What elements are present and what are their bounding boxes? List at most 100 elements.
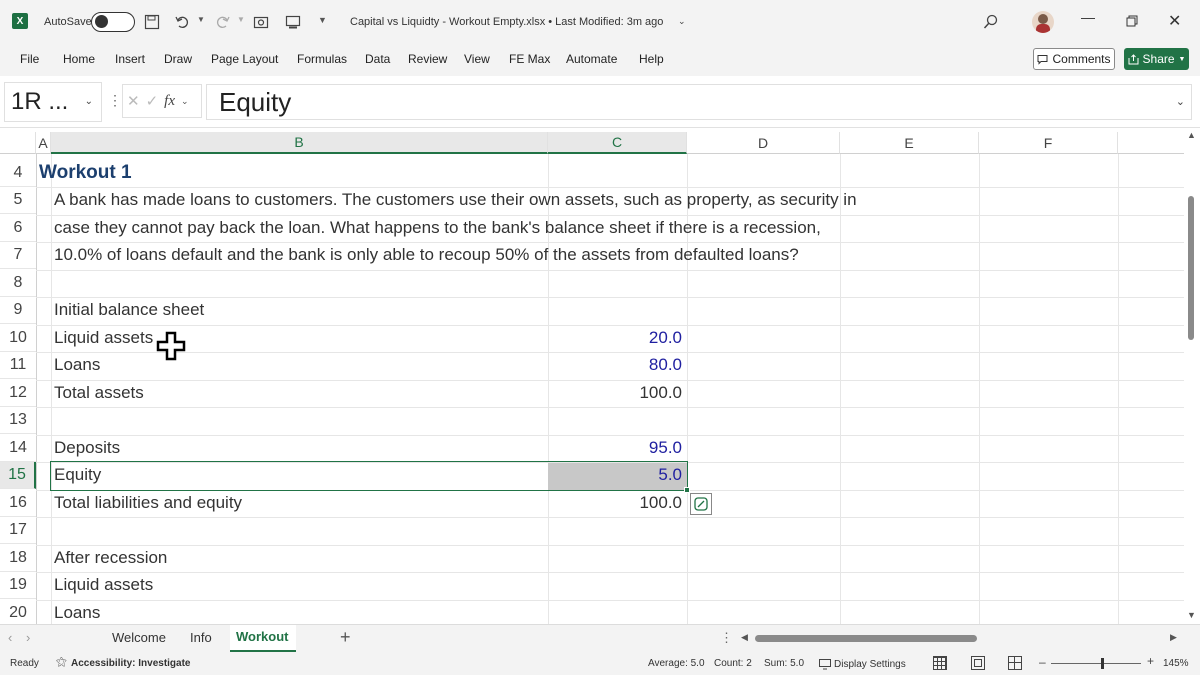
cell-b6[interactable]: case they cannot pay back the loan. What… bbox=[54, 218, 821, 238]
autosave-toggle[interactable] bbox=[91, 12, 135, 32]
column-header-f[interactable]: F bbox=[979, 132, 1118, 154]
row-header-5[interactable]: 5 bbox=[0, 187, 36, 214]
cell-b7[interactable]: 10.0% of loans default and the bank is o… bbox=[54, 245, 799, 265]
title-dropdown-icon[interactable]: ⌄ bbox=[678, 16, 686, 27]
row-header-19[interactable]: 19 bbox=[0, 572, 36, 599]
menu-page-layout[interactable]: Page Layout bbox=[211, 52, 278, 66]
menu-home[interactable]: Home bbox=[63, 52, 95, 66]
file-title[interactable]: Capital vs Liquidty - Workout Empty.xlsx… bbox=[350, 16, 663, 28]
save-icon[interactable] bbox=[142, 12, 162, 32]
restore-icon[interactable] bbox=[1124, 13, 1140, 29]
menu-formulas[interactable]: Formulas bbox=[297, 52, 347, 66]
zoom-in-icon[interactable]: + bbox=[1147, 654, 1154, 668]
row-header-13[interactable]: 13 bbox=[0, 407, 36, 434]
menu-view[interactable]: View bbox=[464, 52, 490, 66]
column-header-c[interactable]: C bbox=[548, 132, 687, 154]
avatar[interactable] bbox=[1032, 11, 1054, 33]
row-header-6[interactable]: 6 bbox=[0, 215, 36, 242]
formula-input[interactable]: Equity ⌄ bbox=[206, 84, 1192, 120]
cell-b11[interactable]: Loans bbox=[54, 355, 100, 375]
row-header-18[interactable]: 18 bbox=[0, 545, 36, 572]
fx-dropdown-icon[interactable]: ⌄ bbox=[181, 96, 189, 107]
display-settings-button[interactable]: Display Settings bbox=[819, 656, 906, 672]
row-header-16[interactable]: 16 bbox=[0, 490, 36, 517]
redo-dropdown-icon[interactable]: ▼ bbox=[237, 15, 245, 24]
cell-b5[interactable]: A bank has made loans to customers. The … bbox=[54, 190, 857, 210]
customize-toolbar-icon[interactable]: ▼ bbox=[318, 15, 327, 25]
menu-file[interactable]: File bbox=[20, 52, 39, 66]
menu-automate[interactable]: Automate bbox=[566, 52, 617, 66]
status-count[interactable]: Count: 2 bbox=[714, 658, 752, 669]
undo-icon[interactable] bbox=[172, 12, 192, 32]
row-header-17[interactable]: 17 bbox=[0, 517, 36, 544]
tab-info[interactable]: Info bbox=[190, 630, 212, 645]
menu-review[interactable]: Review bbox=[408, 52, 447, 66]
row-header-9[interactable]: 9 bbox=[0, 297, 36, 324]
add-sheet-button[interactable]: + bbox=[340, 627, 351, 648]
name-box[interactable]: 1R ... ⌄ bbox=[4, 82, 102, 122]
menu-help[interactable]: Help bbox=[639, 52, 664, 66]
cell-c14[interactable]: 95.0 bbox=[548, 438, 682, 458]
search-icon[interactable] bbox=[980, 11, 1002, 33]
cell-b20[interactable]: Loans bbox=[54, 603, 100, 623]
close-icon[interactable]: ✕ bbox=[1168, 11, 1181, 31]
cell-b14[interactable]: Deposits bbox=[54, 438, 120, 458]
vertical-scrollbar[interactable]: ▲ ▼ bbox=[1184, 128, 1200, 624]
row-header-12[interactable]: 12 bbox=[0, 380, 36, 407]
status-sum[interactable]: Sum: 5.0 bbox=[764, 658, 804, 669]
row-header-11[interactable]: 11 bbox=[0, 352, 36, 379]
comments-button[interactable]: Comments bbox=[1033, 48, 1115, 70]
row-header-20[interactable]: 20 bbox=[0, 600, 36, 624]
prev-sheet-icon[interactable]: ‹ bbox=[8, 630, 12, 645]
cell-b12[interactable]: Total assets bbox=[54, 383, 144, 403]
row-header-14[interactable]: 14 bbox=[0, 435, 36, 462]
row-header-15[interactable]: 15 bbox=[0, 462, 36, 489]
menu-data[interactable]: Data bbox=[365, 52, 390, 66]
name-box-dropdown-icon[interactable]: ⌄ bbox=[85, 96, 93, 107]
zoom-out-icon[interactable]: – bbox=[1039, 655, 1046, 669]
row-header-4[interactable]: 4 bbox=[0, 160, 36, 187]
cell-c12[interactable]: 100.0 bbox=[548, 383, 682, 403]
zoom-slider-thumb[interactable] bbox=[1101, 658, 1104, 669]
screen-icon[interactable] bbox=[283, 12, 303, 32]
tab-welcome[interactable]: Welcome bbox=[112, 630, 166, 645]
camera-icon[interactable] bbox=[251, 12, 271, 32]
column-header-b[interactable]: B bbox=[51, 132, 548, 154]
zoom-level[interactable]: 145% bbox=[1163, 658, 1189, 669]
cell-b19[interactable]: Liquid assets bbox=[54, 575, 153, 595]
zoom-slider[interactable] bbox=[1051, 658, 1141, 669]
menu-draw[interactable]: Draw bbox=[164, 52, 192, 66]
row-header-7[interactable]: 7 bbox=[0, 242, 36, 269]
excel-logo-icon[interactable]: X bbox=[12, 13, 28, 29]
column-header-a[interactable]: A bbox=[36, 132, 51, 154]
menu-insert[interactable]: Insert bbox=[115, 52, 145, 66]
minimize-icon[interactable]: — bbox=[1081, 9, 1095, 25]
cell-c11[interactable]: 80.0 bbox=[548, 355, 682, 375]
column-header-g[interactable] bbox=[1118, 132, 1184, 154]
formula-bar-handle-icon[interactable]: ⋮ bbox=[108, 92, 122, 109]
accessibility-icon[interactable]: ⚝ bbox=[56, 656, 67, 669]
page-layout-view-icon[interactable] bbox=[971, 656, 985, 670]
scroll-left-icon[interactable]: ◀ bbox=[741, 632, 748, 643]
redo-icon[interactable] bbox=[213, 12, 233, 32]
row-header-10[interactable]: 10 bbox=[0, 325, 36, 352]
scroll-up-icon[interactable]: ▲ bbox=[1187, 130, 1196, 140]
page-break-view-icon[interactable] bbox=[1008, 656, 1022, 670]
scroll-right-icon[interactable]: ▶ bbox=[1170, 632, 1177, 643]
insert-function-button[interactable]: fx bbox=[164, 93, 175, 110]
cell-c16[interactable]: 100.0 bbox=[548, 493, 682, 513]
undo-dropdown-icon[interactable]: ▼ bbox=[197, 15, 205, 24]
cell-a4-workout-title[interactable]: Workout 1 bbox=[39, 162, 132, 184]
next-sheet-icon[interactable]: › bbox=[26, 630, 30, 645]
select-all-corner[interactable] bbox=[0, 132, 36, 154]
row-header-8[interactable]: 8 bbox=[0, 270, 36, 297]
cell-c10[interactable]: 20.0 bbox=[548, 328, 682, 348]
tab-split-handle-icon[interactable]: ⋮ bbox=[720, 630, 733, 646]
worksheet-grid[interactable]: A B C D E F 4 5 6 7 8 9 10 11 12 13 14 1… bbox=[0, 132, 1184, 624]
formula-expand-icon[interactable]: ⌄ bbox=[1176, 95, 1185, 108]
normal-view-icon[interactable] bbox=[933, 656, 947, 670]
cell-b18[interactable]: After recession bbox=[54, 548, 167, 568]
cell-c15[interactable]: 5.0 bbox=[548, 465, 682, 485]
tab-workout-active[interactable]: Workout bbox=[230, 625, 296, 652]
cell-b10[interactable]: Liquid assets bbox=[54, 328, 153, 348]
